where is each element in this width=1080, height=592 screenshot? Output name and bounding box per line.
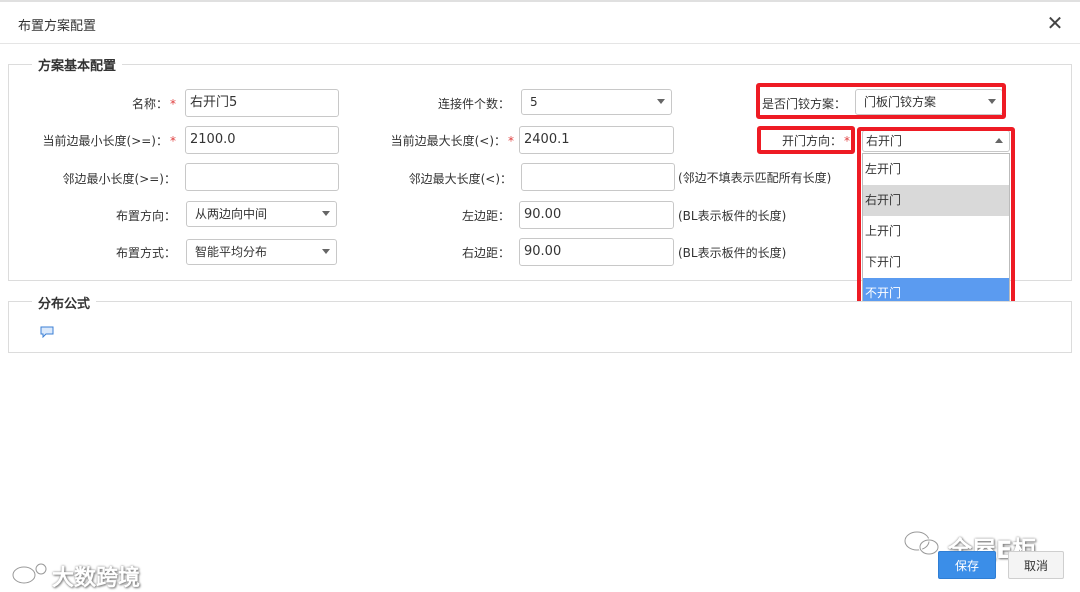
watermark-left: 大数跨境 [52,566,141,591]
save-button[interactable]: 保存 [938,551,996,579]
door-direction-label: 开门方向： * [781,134,850,148]
basic-config-legend: 方案基本配置 [32,55,123,74]
layout-mode-label: 布置方式： [115,246,176,260]
cur-edge-min-input[interactable]: 2100.0 [185,126,339,154]
layout-direction-label: 布置方向： [115,209,176,223]
adj-edge-max-input[interactable] [521,163,675,191]
chevron-down-icon [657,99,665,104]
cancel-button[interactable]: 取消 [1008,551,1064,579]
chevron-down-icon [322,211,330,216]
option-down-door[interactable]: 下开门 [863,247,1009,278]
dialog-title: 布置方案配置 [18,19,97,34]
comment-icon[interactable] [40,326,54,338]
hinge-scheme-value: 门板门铰方案 [864,95,937,109]
hinge-scheme-select[interactable]: 门板门铰方案 [855,89,1003,115]
layout-direction-value: 从两边向中间 [195,207,268,221]
close-icon[interactable]: ✕ [1044,12,1066,34]
name-input[interactable]: 右开门5 [185,89,339,117]
adj-edge-max-label: 邻边最大长度(<)： [408,172,512,186]
option-left-door[interactable]: 左开门 [863,154,1009,185]
layout-direction-select[interactable]: 从两边向中间 [186,201,337,227]
formula-legend: 分布公式 [32,293,97,312]
dialog-titlebar: 布置方案配置 ✕ [0,2,1080,44]
hinge-scheme-label: 是否门铰方案： [761,97,846,111]
option-right-door[interactable]: 右开门 [863,185,1009,216]
cur-edge-max-input[interactable]: 2400.1 [519,126,674,154]
connector-count-select[interactable]: 5 [521,89,672,115]
adj-edge-min-input[interactable] [185,163,339,191]
left-margin-input[interactable]: 90.00 [519,201,674,229]
chevron-down-icon [322,249,330,254]
connector-count-label: 连接件个数： [437,97,510,111]
right-margin-hint: (BL表示板件的长度) [678,246,787,260]
adj-edge-min-label: 邻边最小长度(>=)： [62,172,176,186]
door-direction-value: 右开门 [866,134,903,148]
left-margin-hint: (BL表示板件的长度) [678,209,787,223]
formula-section [8,301,1072,353]
layout-mode-select[interactable]: 智能平均分布 [186,239,337,265]
option-up-door[interactable]: 上开门 [863,216,1009,247]
cur-edge-max-label: 当前边最大长度(<)： * [390,134,514,148]
layout-mode-value: 智能平均分布 [195,245,268,259]
weibo-logo-icon [11,562,48,585]
wechat-logo-icon [903,530,940,556]
name-label: 名称： * [131,97,176,111]
left-margin-label: 左边距： [461,209,510,223]
chevron-down-icon [988,99,996,104]
right-margin-input[interactable]: 90.00 [519,238,674,266]
door-direction-dropdown: 左开门 右开门 上开门 下开门 不开门 [862,153,1010,310]
cur-edge-min-label: 当前边最小长度(>=)： * [42,134,176,148]
door-direction-select[interactable]: 右开门 [862,130,1010,152]
right-margin-label: 右边距： [461,246,510,260]
connector-count-value: 5 [530,95,538,109]
chevron-up-icon [995,138,1003,143]
adj-edge-hint: (邻边不填表示匹配所有长度) [678,171,832,185]
